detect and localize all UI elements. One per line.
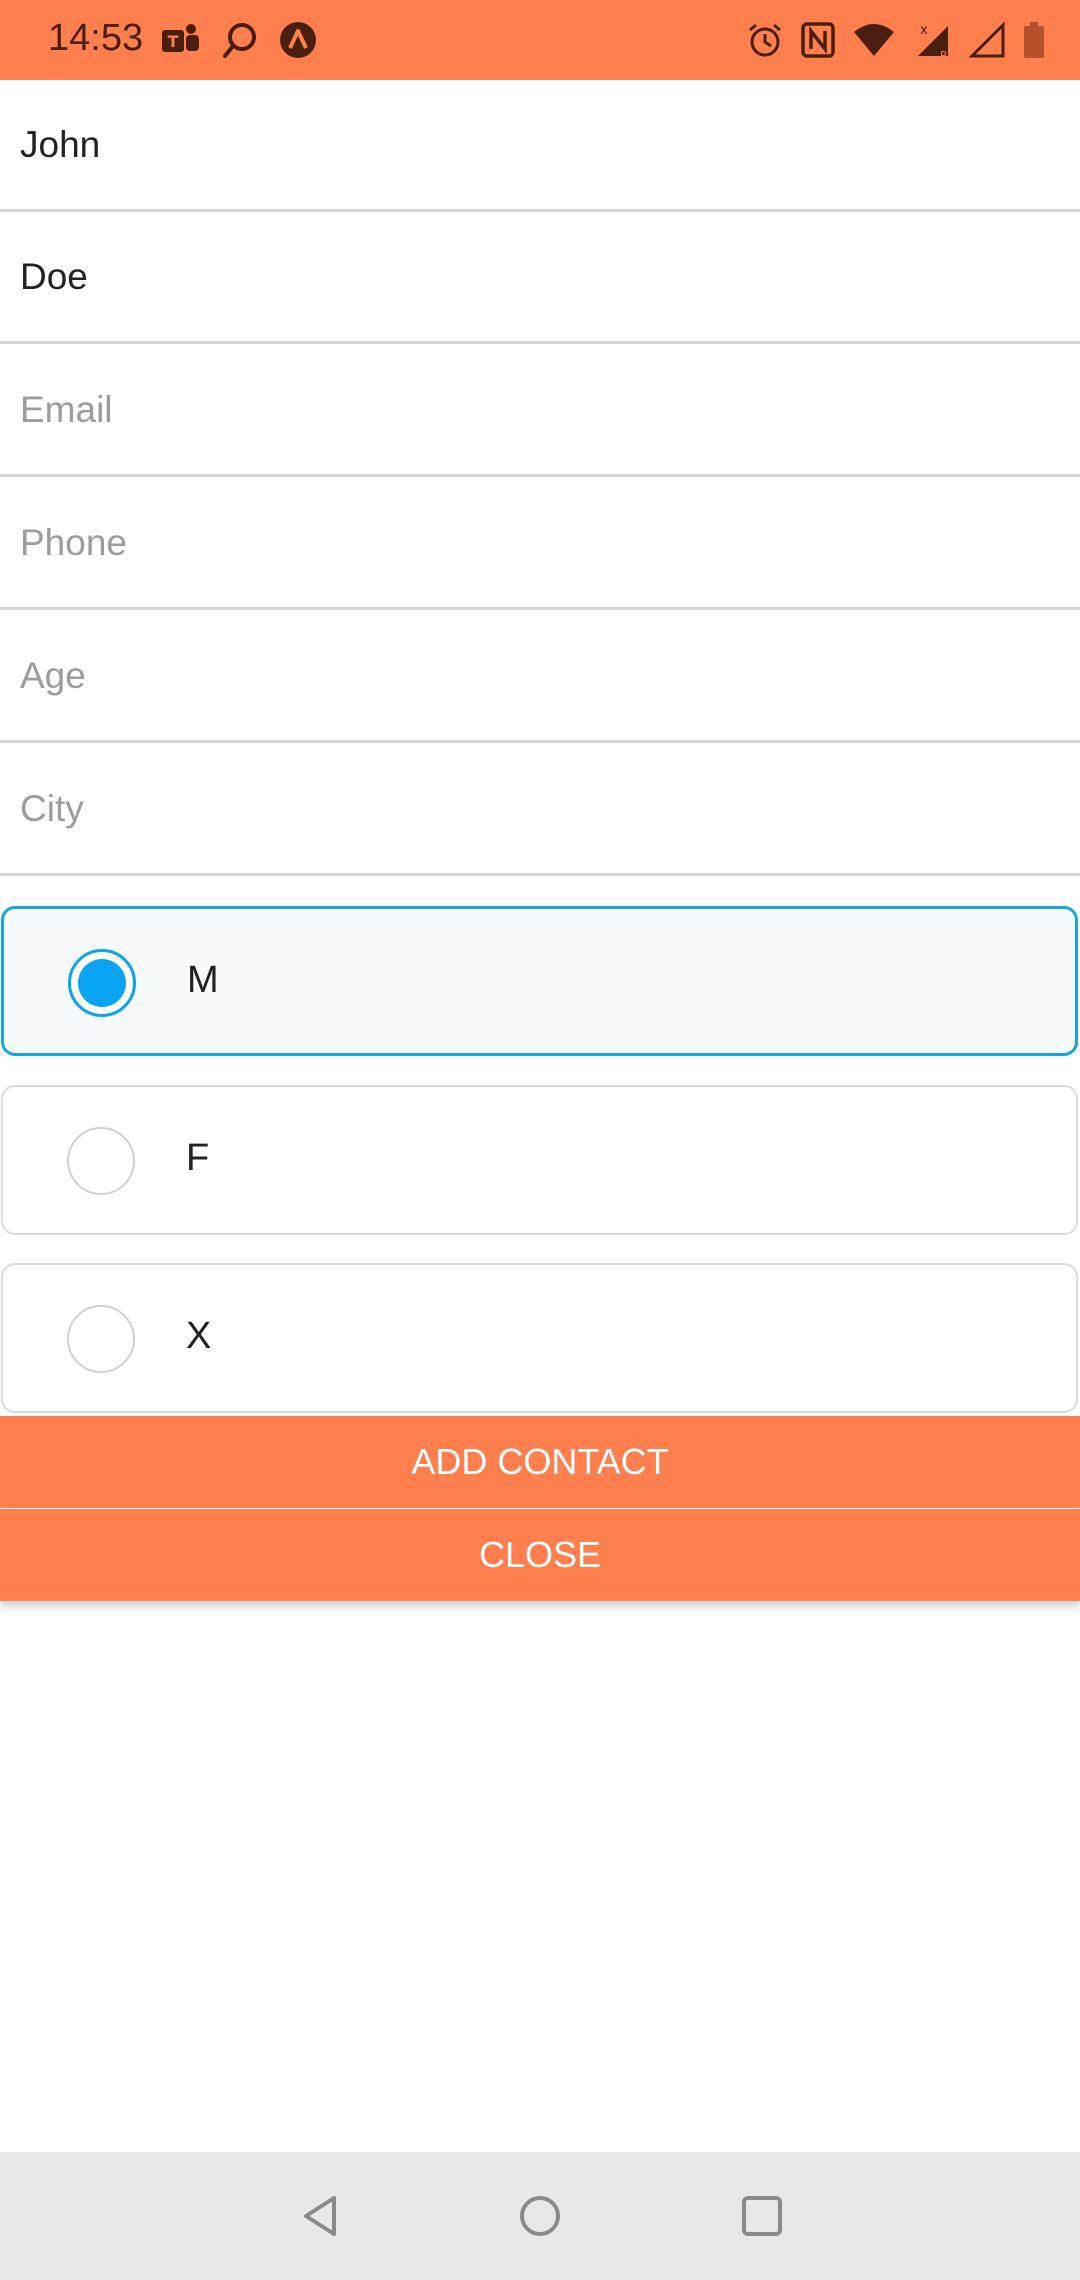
battery-icon [1022,20,1046,60]
signal-x-icon: x R [912,20,952,60]
city-input[interactable] [20,744,1060,873]
navigation-bar [0,2152,1080,2280]
chat-icon [220,20,260,60]
last-name-input[interactable] [20,212,1060,341]
age-field [0,611,1080,743]
radio-button-f[interactable] [67,1127,135,1195]
radio-button-m[interactable] [68,949,136,1017]
phone-input[interactable] [20,478,1060,607]
wifi-icon [852,22,896,58]
status-time: 14:53 [48,17,144,59]
phone-field [0,478,1080,610]
close-button[interactable]: CLOSE [0,1509,1080,1601]
status-right-icons: x R [746,18,1046,62]
gender-option-m[interactable]: M [1,906,1078,1056]
add-contact-screen: 14:53 T x R John Doe Email Phone Age Cit… [0,0,1080,2280]
gender-option-label: F [186,1137,210,1179]
gender-option-label: X [186,1315,212,1357]
first-name-field [0,80,1080,212]
city-field [0,744,1080,876]
alarm-icon [746,21,784,59]
svg-text:T: T [168,32,179,51]
arrow-app-icon [278,20,318,60]
email-field [0,345,1080,477]
svg-text:x: x [920,23,928,38]
age-input[interactable] [20,611,1060,740]
email-input[interactable] [20,345,1060,474]
status-left-icons: T [160,18,318,62]
gender-option-label: M [187,959,219,1001]
svg-text:R: R [940,49,948,60]
back-icon[interactable] [290,2186,350,2246]
signal-icon [968,21,1006,59]
recents-icon[interactable] [732,2186,792,2246]
first-name-input[interactable] [20,80,1060,209]
add-contact-button[interactable]: ADD CONTACT [0,1416,1080,1508]
radio-selected-dot [78,959,126,1007]
gender-option-f[interactable]: F [1,1085,1078,1235]
gender-option-x[interactable]: X [1,1263,1078,1413]
last-name-field [0,212,1080,344]
radio-button-x[interactable] [67,1305,135,1373]
teams-icon: T [160,20,202,60]
nfc-icon [800,21,836,59]
home-icon[interactable] [510,2186,570,2246]
status-bar: 14:53 T x R [0,0,1080,80]
